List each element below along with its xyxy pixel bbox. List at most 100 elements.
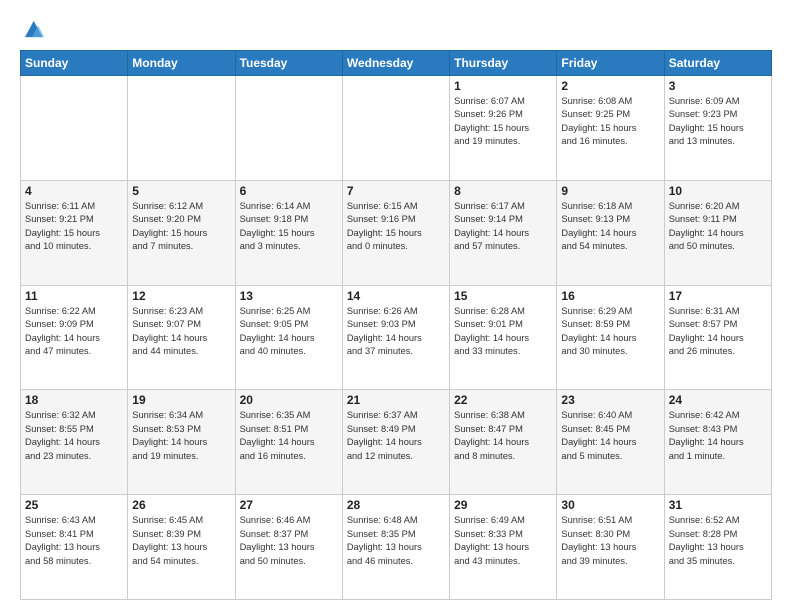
- day-number: 13: [240, 289, 338, 303]
- day-number: 23: [561, 393, 659, 407]
- day-info: Sunrise: 6:23 AM Sunset: 9:07 PM Dayligh…: [132, 305, 230, 359]
- day-number: 17: [669, 289, 767, 303]
- day-info: Sunrise: 6:40 AM Sunset: 8:45 PM Dayligh…: [561, 409, 659, 463]
- calendar-cell: 11 Sunrise: 6:22 AM Sunset: 9:09 PM Dayli…: [21, 285, 128, 390]
- calendar-cell: 7 Sunrise: 6:15 AM Sunset: 9:16 PM Daylig…: [342, 180, 449, 285]
- calendar-cell: 12Sunrise: 6:23 AM Sunset: 9:07 PM Dayli…: [128, 285, 235, 390]
- calendar-cell: 18 Sunrise: 6:32 AM Sunset: 8:55 PM Dayli…: [21, 390, 128, 495]
- day-number: 8: [454, 184, 552, 198]
- day-info: Sunrise: 6:45 AM Sunset: 8:39 PM Dayligh…: [132, 514, 230, 568]
- day-info: Sunrise: 6:15 AM Sunset: 9:16 PM Dayligh…: [347, 200, 445, 254]
- calendar-cell: 4 Sunrise: 6:11 AM Sunset: 9:21 PM Daylig…: [21, 180, 128, 285]
- weekday-header-monday: Monday: [128, 51, 235, 76]
- day-info: Sunrise: 6:07 AM Sunset: 9:26 PM Dayligh…: [454, 95, 552, 149]
- day-number: 30: [561, 498, 659, 512]
- calendar-cell: 10Sunrise: 6:20 AM Sunset: 9:11 PM Dayli…: [664, 180, 771, 285]
- day-info: Sunrise: 6:35 AM Sunset: 8:51 PM Dayligh…: [240, 409, 338, 463]
- day-info: Sunrise: 6:31 AM Sunset: 8:57 PM Dayligh…: [669, 305, 767, 359]
- weekday-header-tuesday: Tuesday: [235, 51, 342, 76]
- day-number: 14: [347, 289, 445, 303]
- calendar-cell: 23 Sunrise: 6:40 AM Sunset: 8:45 PM Dayli…: [557, 390, 664, 495]
- calendar-cell: 21 Sunrise: 6:37 AM Sunset: 8:49 PM Dayli…: [342, 390, 449, 495]
- day-number: 26: [132, 498, 230, 512]
- calendar-cell: [128, 76, 235, 181]
- day-info: Sunrise: 6:08 AM Sunset: 9:25 PM Dayligh…: [561, 95, 659, 149]
- weekday-header-saturday: Saturday: [664, 51, 771, 76]
- calendar-cell: 28 Sunrise: 6:48 AM Sunset: 8:35 PM Dayli…: [342, 495, 449, 600]
- calendar-table: SundayMondayTuesdayWednesdayThursdayFrid…: [20, 50, 772, 600]
- logo: [20, 18, 44, 40]
- day-number: 11: [25, 289, 123, 303]
- calendar-cell: 20 Sunrise: 6:35 AM Sunset: 8:51 PM Dayli…: [235, 390, 342, 495]
- calendar-cell: 13 Sunrise: 6:25 AM Sunset: 9:05 PM Dayli…: [235, 285, 342, 390]
- day-info: Sunrise: 6:49 AM Sunset: 8:33 PM Dayligh…: [454, 514, 552, 568]
- day-number: 3: [669, 79, 767, 93]
- day-number: 20: [240, 393, 338, 407]
- day-number: 21: [347, 393, 445, 407]
- calendar-cell: 1 Sunrise: 6:07 AM Sunset: 9:26 PM Daylig…: [450, 76, 557, 181]
- day-info: Sunrise: 6:42 AM Sunset: 8:43 PM Dayligh…: [669, 409, 767, 463]
- calendar-cell: 2 Sunrise: 6:08 AM Sunset: 9:25 PM Daylig…: [557, 76, 664, 181]
- calendar-cell: 17 Sunrise: 6:31 AM Sunset: 8:57 PM Dayli…: [664, 285, 771, 390]
- weekday-header-sunday: Sunday: [21, 51, 128, 76]
- calendar-cell: 26 Sunrise: 6:45 AM Sunset: 8:39 PM Dayli…: [128, 495, 235, 600]
- calendar-cell: 22 Sunrise: 6:38 AM Sunset: 8:47 PM Dayli…: [450, 390, 557, 495]
- day-number: 4: [25, 184, 123, 198]
- day-info: Sunrise: 6:48 AM Sunset: 8:35 PM Dayligh…: [347, 514, 445, 568]
- calendar-cell: 24 Sunrise: 6:42 AM Sunset: 8:43 PM Dayli…: [664, 390, 771, 495]
- calendar-cell: 6 Sunrise: 6:14 AM Sunset: 9:18 PM Daylig…: [235, 180, 342, 285]
- day-info: Sunrise: 6:38 AM Sunset: 8:47 PM Dayligh…: [454, 409, 552, 463]
- calendar-cell: 15 Sunrise: 6:28 AM Sunset: 9:01 PM Dayli…: [450, 285, 557, 390]
- day-number: 25: [25, 498, 123, 512]
- calendar-cell: 25 Sunrise: 6:43 AM Sunset: 8:41 PM Dayli…: [21, 495, 128, 600]
- day-info: Sunrise: 6:28 AM Sunset: 9:01 PM Dayligh…: [454, 305, 552, 359]
- day-number: 24: [669, 393, 767, 407]
- day-info: Sunrise: 6:34 AM Sunset: 8:53 PM Dayligh…: [132, 409, 230, 463]
- day-number: 28: [347, 498, 445, 512]
- day-info: Sunrise: 6:09 AM Sunset: 9:23 PM Dayligh…: [669, 95, 767, 149]
- calendar-cell: [235, 76, 342, 181]
- day-info: Sunrise: 6:43 AM Sunset: 8:41 PM Dayligh…: [25, 514, 123, 568]
- weekday-header-thursday: Thursday: [450, 51, 557, 76]
- day-info: Sunrise: 6:51 AM Sunset: 8:30 PM Dayligh…: [561, 514, 659, 568]
- day-number: 15: [454, 289, 552, 303]
- day-number: 6: [240, 184, 338, 198]
- day-info: Sunrise: 6:14 AM Sunset: 9:18 PM Dayligh…: [240, 200, 338, 254]
- day-number: 19: [132, 393, 230, 407]
- day-number: 31: [669, 498, 767, 512]
- day-info: Sunrise: 6:17 AM Sunset: 9:14 PM Dayligh…: [454, 200, 552, 254]
- day-info: Sunrise: 6:20 AM Sunset: 9:11 PM Dayligh…: [669, 200, 767, 254]
- calendar-cell: 5 Sunrise: 6:12 AM Sunset: 9:20 PM Daylig…: [128, 180, 235, 285]
- day-number: 1: [454, 79, 552, 93]
- day-number: 2: [561, 79, 659, 93]
- header: [20, 18, 772, 40]
- weekday-header-friday: Friday: [557, 51, 664, 76]
- calendar-cell: 14 Sunrise: 6:26 AM Sunset: 9:03 PM Dayli…: [342, 285, 449, 390]
- calendar-cell: 9 Sunrise: 6:18 AM Sunset: 9:13 PM Daylig…: [557, 180, 664, 285]
- day-number: 22: [454, 393, 552, 407]
- weekday-header-wednesday: Wednesday: [342, 51, 449, 76]
- day-number: 29: [454, 498, 552, 512]
- calendar-cell: [21, 76, 128, 181]
- day-info: Sunrise: 6:26 AM Sunset: 9:03 PM Dayligh…: [347, 305, 445, 359]
- day-number: 18: [25, 393, 123, 407]
- day-number: 7: [347, 184, 445, 198]
- calendar-cell: [342, 76, 449, 181]
- calendar-cell: 3 Sunrise: 6:09 AM Sunset: 9:23 PM Daylig…: [664, 76, 771, 181]
- day-info: Sunrise: 6:29 AM Sunset: 8:59 PM Dayligh…: [561, 305, 659, 359]
- day-info: Sunrise: 6:18 AM Sunset: 9:13 PM Dayligh…: [561, 200, 659, 254]
- day-number: 5: [132, 184, 230, 198]
- day-info: Sunrise: 6:52 AM Sunset: 8:28 PM Dayligh…: [669, 514, 767, 568]
- day-info: Sunrise: 6:11 AM Sunset: 9:21 PM Dayligh…: [25, 200, 123, 254]
- calendar-cell: 27Sunrise: 6:46 AM Sunset: 8:37 PM Dayli…: [235, 495, 342, 600]
- page: SundayMondayTuesdayWednesdayThursdayFrid…: [0, 0, 792, 612]
- day-info: Sunrise: 6:25 AM Sunset: 9:05 PM Dayligh…: [240, 305, 338, 359]
- day-info: Sunrise: 6:37 AM Sunset: 8:49 PM Dayligh…: [347, 409, 445, 463]
- calendar-cell: 16 Sunrise: 6:29 AM Sunset: 8:59 PM Dayli…: [557, 285, 664, 390]
- day-number: 16: [561, 289, 659, 303]
- calendar-cell: 30 Sunrise: 6:51 AM Sunset: 8:30 PM Dayli…: [557, 495, 664, 600]
- day-info: Sunrise: 6:22 AM Sunset: 9:09 PM Dayligh…: [25, 305, 123, 359]
- day-info: Sunrise: 6:12 AM Sunset: 9:20 PM Dayligh…: [132, 200, 230, 254]
- day-info: Sunrise: 6:32 AM Sunset: 8:55 PM Dayligh…: [25, 409, 123, 463]
- day-number: 9: [561, 184, 659, 198]
